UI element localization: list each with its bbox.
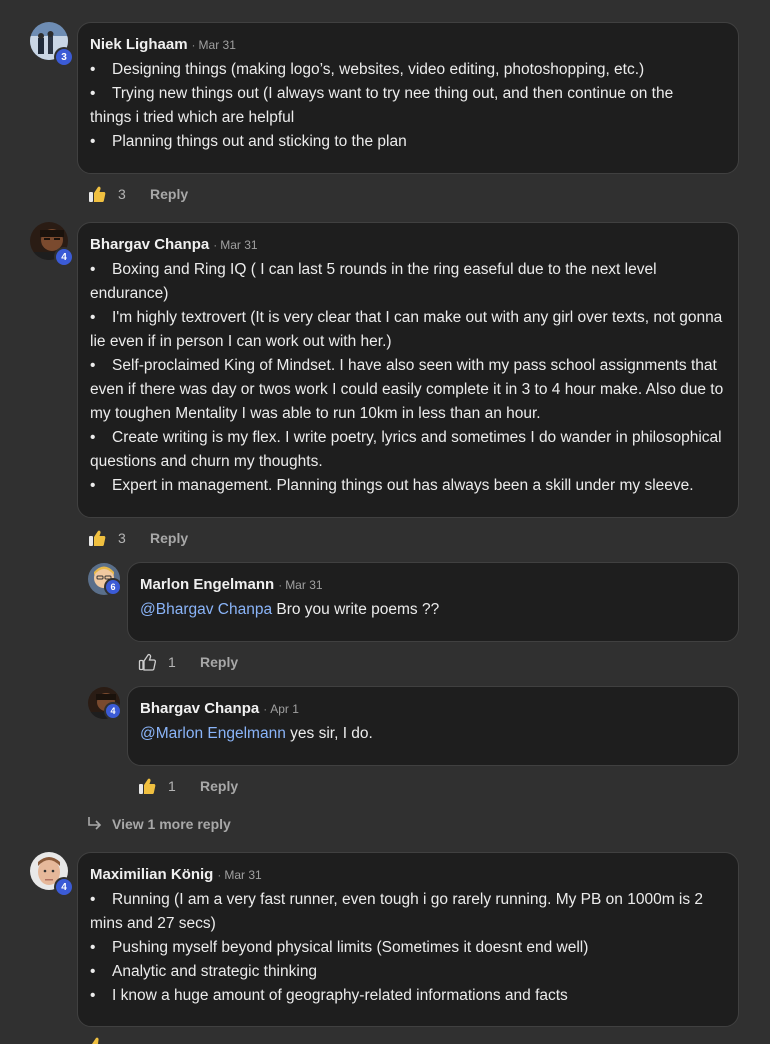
comment-bubble: Maximilian König · Mar 31 • Running (I am a…: [77, 852, 739, 1027]
comment-actions: 1 Reply: [138, 775, 238, 797]
comment-actions: 3 Reply: [88, 183, 188, 205]
comment-date[interactable]: Mar 31: [285, 578, 322, 592]
reply-body: @Marlon Engelmann yes sir, I do.: [140, 725, 373, 742]
author-name[interactable]: Niek Lighaam: [90, 36, 188, 53]
list-item: • Expert in management. Planning things o…: [90, 477, 694, 494]
date-separator: ·: [191, 38, 196, 52]
thumbs-up-filled-icon[interactable]: [88, 185, 106, 203]
list-item: • I know a huge amount of geography-relat…: [90, 987, 568, 1004]
like-count: 3: [118, 186, 126, 202]
view-more-replies-button[interactable]: View 1 more reply: [86, 814, 231, 834]
comment-body: • Boxing and Ring IQ ( I can last 5 round…: [90, 258, 726, 498]
level-badge: 6: [106, 580, 120, 594]
mention-link[interactable]: @Marlon Engelmann: [140, 725, 286, 742]
thumbs-up-filled-icon[interactable]: [88, 529, 106, 547]
date-separator: ·: [217, 868, 222, 882]
reply-bubble: Marlon Engelmann · Mar 31 @Bhargav Chanpa …: [127, 562, 739, 642]
list-item: • Self-proclaimed King of Mindset. I have…: [90, 357, 724, 422]
list-item: • Running (I am a very fast runner, even …: [90, 891, 704, 932]
comment-actions: 3 Reply: [88, 527, 188, 549]
comment-bubble: Bhargav Chanpa · Mar 31 • Boxing and Ring I…: [77, 222, 739, 518]
comment-body: • Designing things (making logo’s, websit…: [90, 58, 726, 154]
like-count: 1: [168, 654, 176, 670]
list-item: • Pushing myself beyond physical limits (…: [90, 939, 589, 956]
author-name[interactable]: Marlon Engelmann: [140, 576, 274, 593]
comment-header: Bhargav Chanpa · Apr 1: [140, 698, 726, 720]
list-item-continuation: things i tried which are helpful: [90, 109, 295, 126]
list-item: • Planning things out and sticking to the…: [90, 133, 407, 150]
list-item: • Boxing and Ring IQ ( I can last 5 round…: [90, 261, 657, 302]
comment-header: Niek Lighaam · Mar 31: [90, 34, 726, 56]
list-item: • Trying new things out (I always want to…: [90, 85, 674, 102]
thumbs-up-filled-icon[interactable]: [138, 777, 156, 795]
comment-actions: 1 Reply: [138, 651, 238, 673]
reply-button[interactable]: Reply: [150, 530, 188, 546]
reply-button[interactable]: Reply: [200, 654, 238, 670]
date-separator: ·: [278, 578, 283, 592]
list-item: • I'm highly textrovert (It is very clear…: [90, 309, 723, 350]
level-badge: 3: [56, 49, 72, 65]
comment-date[interactable]: Mar 31: [199, 38, 236, 52]
reply-button[interactable]: Reply: [200, 778, 238, 794]
comment-date[interactable]: Mar 31: [224, 868, 261, 882]
comment-bubble: Niek Lighaam · Mar 31 • Designing things (m…: [77, 22, 739, 174]
like-count: 3: [118, 530, 126, 546]
author-name[interactable]: Bhargav Chanpa: [90, 236, 209, 253]
level-badge: 4: [56, 249, 72, 265]
level-badge: 4: [56, 879, 72, 895]
list-item: • Create writing is my flex. I write poet…: [90, 429, 722, 470]
date-separator: ·: [263, 702, 268, 716]
list-item: • Designing things (making logo’s, websit…: [90, 61, 645, 78]
comment-header: Bhargav Chanpa · Mar 31: [90, 234, 726, 256]
mention-link[interactable]: @Bhargav Chanpa: [140, 601, 272, 618]
comment-header: Maximilian König · Mar 31: [90, 864, 726, 886]
comment-header: Marlon Engelmann · Mar 31: [140, 574, 726, 596]
author-name[interactable]: Maximilian König: [90, 866, 213, 883]
reply-body: @Bhargav Chanpa Bro you write poems ??: [140, 601, 440, 618]
author-name[interactable]: Bhargav Chanpa: [140, 700, 259, 717]
comment-body: • Running (I am a very fast runner, even …: [90, 888, 726, 1008]
previous-comment-actions-remnant: [88, 0, 288, 2]
date-separator: ·: [213, 238, 218, 252]
view-more-replies-label: View 1 more reply: [112, 816, 231, 832]
reply-button[interactable]: Reply: [150, 186, 188, 202]
thumbs-up-outline-icon[interactable]: [138, 653, 156, 671]
list-item: • Analytic and strategic thinking: [90, 963, 318, 980]
reply-arrow-icon: [88, 817, 102, 830]
comment-date[interactable]: Apr 1: [270, 702, 299, 716]
like-count: 1: [168, 778, 176, 794]
thumbs-up-filled-icon[interactable]: [88, 1036, 104, 1044]
comment-date[interactable]: Mar 31: [220, 238, 257, 252]
level-badge: 4: [106, 704, 120, 718]
reply-bubble: Bhargav Chanpa · Apr 1 @Marlon Engelmann y…: [127, 686, 739, 766]
